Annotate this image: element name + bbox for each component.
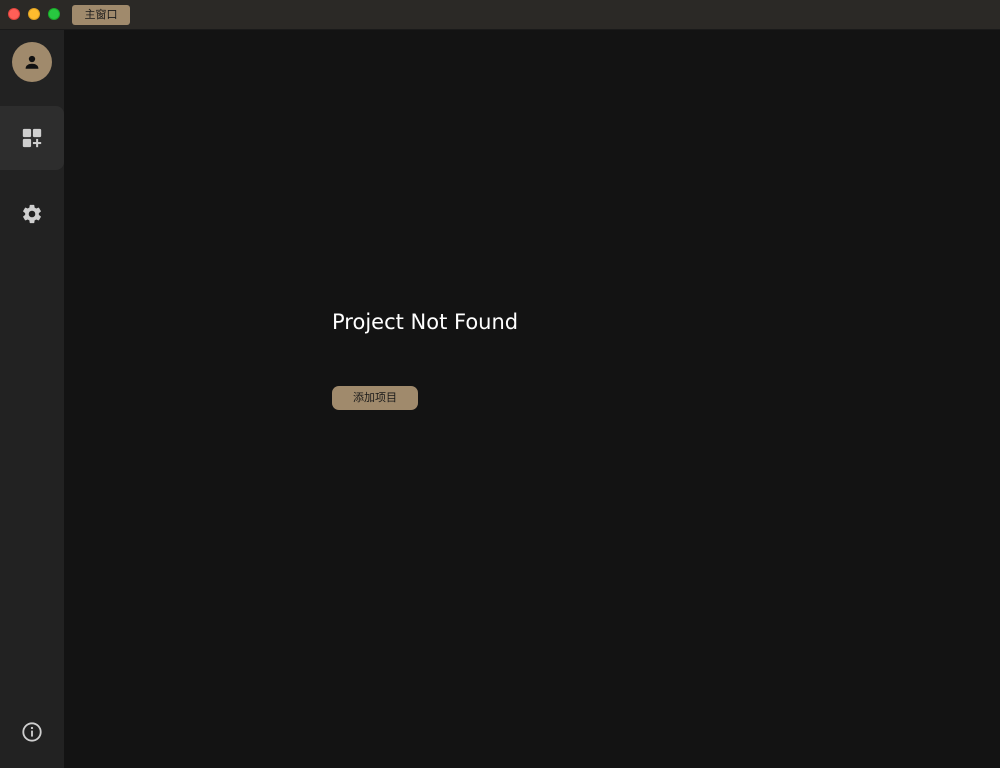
close-window-button[interactable]	[8, 8, 20, 20]
titlebar: 主窗口	[0, 0, 1000, 30]
gear-icon	[21, 203, 43, 225]
minimize-window-button[interactable]	[28, 8, 40, 20]
sidebar	[0, 30, 64, 768]
add-project-button[interactable]: 添加项目	[332, 386, 418, 410]
window-tab-main[interactable]: 主窗口	[72, 5, 130, 25]
app-window: 主窗口 Project Not Found 添加项目	[0, 0, 1000, 768]
person-icon	[23, 53, 41, 71]
empty-state-title: Project Not Found	[332, 310, 519, 334]
maximize-window-button[interactable]	[48, 8, 60, 20]
sidebar-item-settings[interactable]	[0, 182, 64, 246]
info-icon	[21, 721, 43, 743]
user-avatar-button[interactable]	[12, 42, 52, 82]
add-project-icon	[21, 127, 43, 149]
sidebar-item-about[interactable]	[0, 700, 64, 764]
main-content: Project Not Found 添加项目	[64, 30, 1000, 768]
sidebar-item-projects[interactable]	[0, 106, 64, 170]
